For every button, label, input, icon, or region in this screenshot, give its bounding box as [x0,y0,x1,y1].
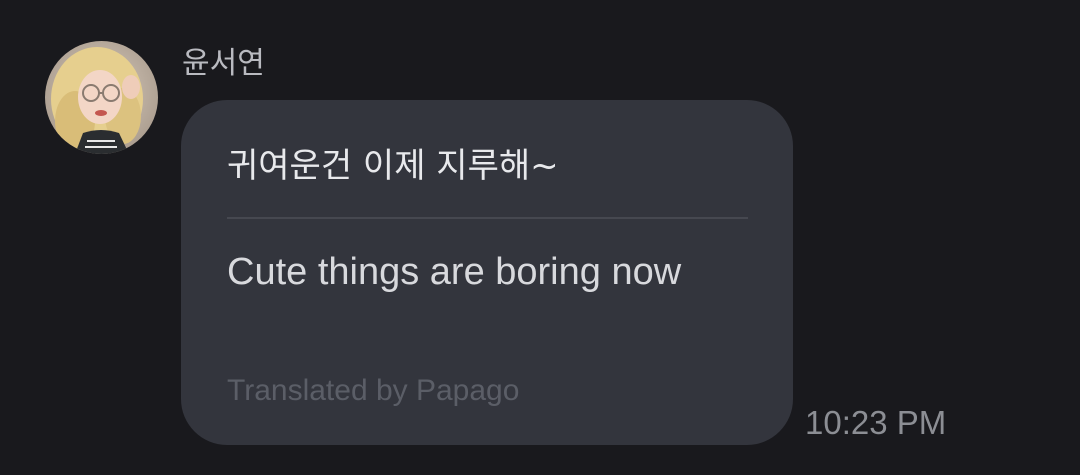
chat-area: 윤서연 귀여운건 이제 지루해~ Cute things are boring … [0,0,1080,475]
translated-message-text: Cute things are boring now [227,251,682,293]
original-message-text: 귀여운건 이제 지루해~ [227,146,559,186]
translation-divider [227,217,748,219]
avatar-photo [45,41,158,154]
message-timestamp: 10:23 PM [805,404,947,441]
sender-avatar[interactable] [45,41,158,154]
sender-name: 윤서연 [182,46,265,81]
message-bubble[interactable]: 귀여운건 이제 지루해~ Cute things are boring now … [181,100,793,445]
translation-credit: Translated by Papago [227,374,520,407]
